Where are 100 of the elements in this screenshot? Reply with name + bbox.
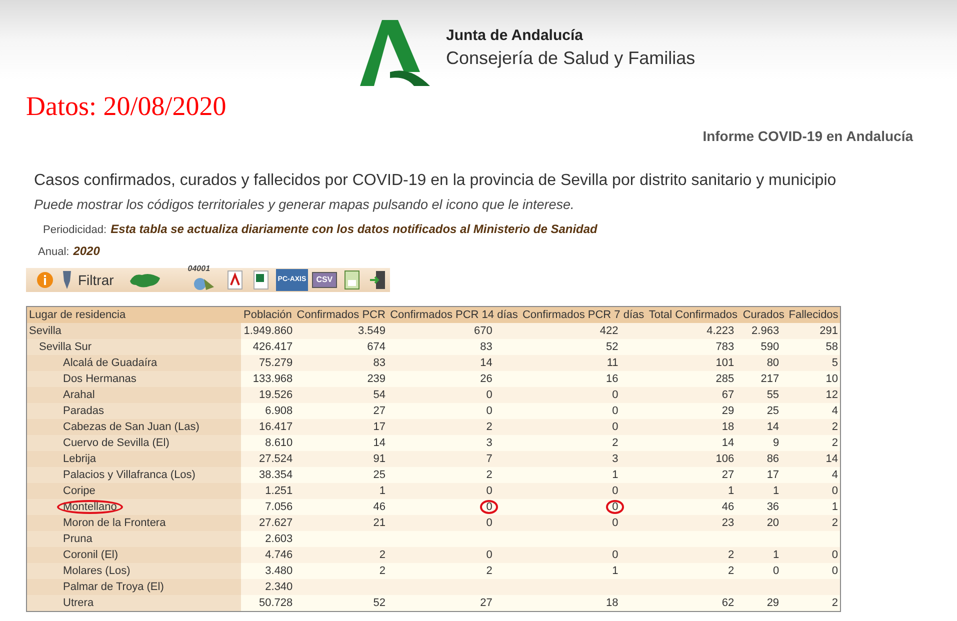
table-cell: 80 [740,355,788,371]
annual-label: Anual: [38,244,70,260]
csv-button[interactable]: CSV [312,272,337,288]
globe-icon [192,277,216,291]
table-cell: 0 [388,547,520,563]
table-cell: 1.949.860 [240,323,295,339]
table-cell: 0 [520,403,646,419]
table-cell: 27.627 [240,515,295,531]
table-cell: 91 [294,451,388,467]
table-cell: 0 [520,483,646,499]
table-cell: 670 [388,323,520,339]
table-cell: 12 [787,387,840,403]
table-cell: 3 [520,451,646,467]
table-cell: 2 [388,563,520,579]
column-header: Confirmados PCR [294,307,388,323]
table-cell: 3.480 [240,563,295,579]
column-header: Población [240,307,295,323]
place-name: Palacios y Villafranca (Los) [27,467,241,483]
table-cell: 0 [520,499,646,515]
table-cell: 14 [787,451,840,467]
table-cell: 239 [294,371,388,387]
table-cell: 5 [787,355,840,371]
table-cell: 4.746 [240,547,295,563]
table-cell: 4.223 [646,323,740,339]
table-cell: 1 [740,547,788,563]
table-cell: 14 [388,355,520,371]
table-cell: 0 [787,547,840,563]
table-cell: 27 [646,467,740,483]
table-cell: 0 [520,387,646,403]
filter-button[interactable]: Filtrar [60,269,124,291]
table-cell: 422 [520,323,646,339]
table-cell: 83 [294,355,388,371]
place-name: Montellano [27,499,241,515]
place-name: Utrera [27,595,241,611]
table-cell: 2 [787,435,840,451]
table-cell: 16.417 [240,419,295,435]
report-title: Informe COVID-19 en Andalucía [702,127,913,146]
table-cell: 27 [388,595,520,611]
table-cell: 9 [740,435,788,451]
table-cell: 783 [646,339,740,355]
table-cell: 23 [646,515,740,531]
table-cell: 14 [294,435,388,451]
periodicity-label: Periodicidad: [43,223,107,238]
table-cell: 58 [787,339,840,355]
table-cell: 27.524 [240,451,295,467]
table-cell: 1 [520,563,646,579]
table-cell: 17 [294,419,388,435]
table-cell: 0 [740,563,788,579]
table-cell: 0 [388,515,520,531]
table-cell: 101 [646,355,740,371]
table-cell: 2 [787,419,840,435]
table-cell: 25 [294,467,388,483]
table-cell: 2.963 [740,323,788,339]
table-cell: 26 [388,371,520,387]
table-cell: 2.340 [240,579,295,595]
table-cell: 2 [294,563,388,579]
table-cell: 18 [646,419,740,435]
table-cell: 46 [294,499,388,515]
table-cell: 2 [787,515,840,531]
table-cell: 62 [646,595,740,611]
table-cell: 38.354 [240,467,295,483]
table-cell: 11 [520,355,646,371]
table-cell: 29 [740,595,788,611]
codes-label: 04001 [188,263,210,275]
table-cell: 217 [740,371,788,387]
table-cell: 14 [646,435,740,451]
table-cell: 1 [740,483,788,499]
subtitle: Puede mostrar los códigos territoriales y generar mapas pulsando el icono que le interese. [34,196,576,214]
table-cell: 1 [787,499,840,515]
table-cell: 86 [740,451,788,467]
table-cell: 10 [787,371,840,387]
page-title: Casos confirmados, curados y fallecidos por COVID-19 en la provincia de Sevilla por distrito sanitario y municipio [34,171,838,191]
place-name: Molares (Los) [27,563,241,579]
table-cell: 0 [388,387,520,403]
column-header: Total Confirmados [646,307,740,323]
table-cell: 2 [388,419,520,435]
logo-icon [360,20,430,86]
place-name: Sevilla Sur [27,339,241,355]
table-cell: 2 [294,547,388,563]
table-cell: 1 [294,483,388,499]
table-cell: 291 [787,323,840,339]
table-cell: 46 [646,499,740,515]
table-cell: 133.968 [240,371,295,387]
place-name: Cabezas de San Juan (Las) [27,419,241,435]
table-cell: 590 [740,339,788,355]
place-name: Arahal [27,387,241,403]
table-cell: 285 [646,371,740,387]
column-header: Curados [740,307,788,323]
table-cell: 19.526 [240,387,295,403]
table-cell: 75.279 [240,355,295,371]
place-name: Cuervo de Sevilla (El) [27,435,241,451]
table-cell: 2 [646,547,740,563]
table-cell: 25 [740,403,788,419]
table-cell: 0 [520,515,646,531]
column-header: Confirmados PCR 7 días [520,307,646,323]
place-name: Pruna [27,531,241,547]
column-header: Lugar de residencia [27,307,241,323]
table-cell: 674 [294,339,388,355]
table-cell: 0 [787,563,840,579]
table-cell: 20 [740,515,788,531]
